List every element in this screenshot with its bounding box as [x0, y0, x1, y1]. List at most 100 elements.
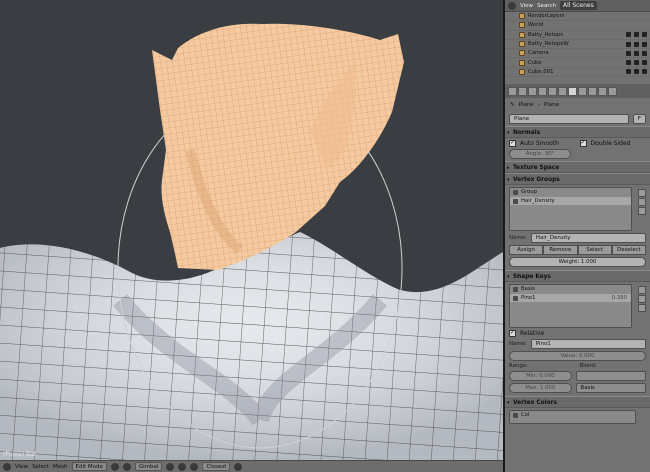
auto-smooth-checkbox[interactable]: [509, 139, 516, 147]
render-tab-icon[interactable]: [508, 86, 517, 96]
outliner-item[interactable]: Batty_Retops: [505, 31, 650, 40]
select-mode-icon[interactable]: [178, 462, 187, 471]
shape-name-field[interactable]: Pino1: [530, 339, 646, 349]
shape-key-side-buttons: [638, 286, 646, 313]
outliner-item[interactable]: RenderLayers: [505, 12, 650, 22]
breadcrumb-object: Plane: [518, 102, 534, 108]
menu-select[interactable]: Select: [32, 464, 49, 470]
panel-normals-header[interactable]: Normals: [505, 126, 650, 139]
outliner-item[interactable]: Cube.001: [505, 68, 650, 78]
outliner-item[interactable]: Camera: [505, 49, 650, 59]
layer-icon[interactable]: [166, 462, 175, 471]
mode-select[interactable]: Edit Mode: [71, 462, 107, 471]
weight-slider[interactable]: Weight: 1.000: [509, 257, 646, 267]
mesh-scene: [0, 23, 503, 460]
panel-vertex-colors-header[interactable]: Vertex Colors: [505, 396, 650, 409]
proportional-icon[interactable]: [190, 462, 199, 471]
auto-smooth-angle[interactable]: Angle: 30°: [509, 149, 571, 159]
relative-key-field[interactable]: Basis: [575, 383, 646, 393]
material-tab-icon[interactable]: [578, 86, 587, 96]
assign-button[interactable]: Assign: [509, 245, 544, 255]
properties-editor: ✎ Plane › Plane Plane F Normals Auto Smo…: [503, 84, 650, 472]
datablock-name-field[interactable]: Plane: [509, 114, 629, 124]
shape-key-value[interactable]: 0.380: [612, 294, 627, 303]
breadcrumb-data: Plane: [543, 102, 559, 108]
outliner-item[interactable]: World: [505, 21, 650, 31]
visibility-icons[interactable]: [626, 50, 647, 56]
texture-tab-icon[interactable]: [588, 86, 597, 96]
viewport-header: View Select Mesh Edit Mode Gimbal Closes…: [0, 460, 503, 472]
vertex-group-item[interactable]: Group: [510, 188, 631, 197]
range-min-field[interactable]: Min: 0.000: [509, 371, 572, 381]
visibility-icons[interactable]: [626, 69, 647, 75]
add-icon[interactable]: [638, 189, 646, 197]
constraints-tab-icon[interactable]: [548, 86, 557, 96]
shape-value-slider[interactable]: Value: 0.000: [509, 351, 646, 361]
relative-checkbox[interactable]: [509, 329, 516, 337]
add-icon[interactable]: [638, 286, 646, 294]
vertex-group-side-buttons: [638, 189, 646, 216]
select-button[interactable]: Select: [577, 245, 612, 255]
specials-icon[interactable]: [638, 207, 646, 215]
vgroup-name-label: Name:: [509, 235, 527, 241]
breadcrumb: ✎ Plane › Plane: [510, 102, 559, 108]
mesh-icon: [519, 31, 525, 38]
orientation-select[interactable]: Gimbal: [134, 462, 163, 471]
pin-icon[interactable]: ✎: [510, 102, 515, 108]
mesh-icon: [519, 59, 525, 66]
snap-select[interactable]: Closest: [202, 462, 231, 471]
scene-tab-icon[interactable]: [518, 86, 527, 96]
object-tab-icon[interactable]: [538, 86, 547, 96]
panel-texture-space-header[interactable]: Texture Space: [505, 161, 650, 174]
panel-vertex-groups-header[interactable]: Vertex Groups: [505, 173, 650, 186]
shape-key-item[interactable]: Basis: [510, 285, 631, 294]
double-sided-label: Double Sided: [590, 140, 631, 147]
vgroup-name-field[interactable]: Hair_Density: [530, 233, 646, 243]
particles-tab-icon[interactable]: [598, 86, 607, 96]
mesh-icon: [519, 68, 525, 75]
outliner-menu-view[interactable]: View: [520, 3, 533, 9]
vertex-color-item[interactable]: Col: [510, 411, 635, 420]
panel-shape-keys-header[interactable]: Shape Keys: [505, 270, 650, 283]
render-icon[interactable]: [234, 462, 243, 471]
shape-key-item[interactable]: Pino1 0.380: [510, 293, 631, 303]
vertex-colors-list: Col: [509, 410, 636, 424]
camera-icon: [519, 50, 525, 57]
range-max-field[interactable]: Max: 1.000: [509, 383, 572, 393]
specials-icon[interactable]: [638, 304, 646, 312]
menu-view[interactable]: View: [15, 464, 28, 470]
shape-keys-list: Basis Pino1 0.380: [509, 284, 632, 328]
physics-tab-icon[interactable]: [608, 86, 617, 96]
shading-icon[interactable]: [110, 462, 119, 471]
outliner-header: View Search All Scenes: [505, 0, 650, 12]
viewport-object-label: (Pino1) Bat: [3, 451, 37, 458]
vertex-group-item[interactable]: Hair_Density: [510, 196, 631, 205]
vgroup-buttons: Assign Remove Select Deselect: [509, 245, 646, 255]
fake-user-button[interactable]: F: [632, 114, 646, 124]
shape-name-label: Name:: [509, 341, 527, 347]
world-tab-icon[interactable]: [528, 86, 537, 96]
visibility-icons[interactable]: [626, 60, 647, 66]
pivot-icon[interactable]: [122, 462, 131, 471]
renderlayers-icon: [519, 13, 525, 20]
deselect-button[interactable]: Deselect: [611, 245, 646, 255]
menu-mesh[interactable]: Mesh: [53, 464, 67, 470]
modifiers-tab-icon[interactable]: [558, 86, 567, 96]
scene-filter-select[interactable]: All Scenes: [559, 1, 597, 10]
remove-icon[interactable]: [638, 295, 646, 303]
vgroup-blend-field[interactable]: [575, 371, 646, 381]
remove-button[interactable]: Remove: [543, 245, 578, 255]
editor-type-icon[interactable]: [3, 462, 11, 471]
outliner-item[interactable]: Cube: [505, 58, 650, 68]
outliner-menu-search[interactable]: Search: [537, 3, 556, 9]
data-tab-icon[interactable]: [568, 86, 577, 96]
visibility-icons[interactable]: [626, 32, 647, 38]
outliner-editor-icon[interactable]: [508, 1, 516, 10]
remove-icon[interactable]: [638, 198, 646, 206]
visibility-icons[interactable]: [626, 41, 647, 47]
mesh-icon: [519, 41, 525, 48]
3d-viewport[interactable]: (Pino1) Bat View Select Mesh Edit Mode G…: [0, 0, 503, 472]
world-icon: [519, 22, 525, 29]
outliner-item[interactable]: Batty_RetopeW: [505, 40, 650, 50]
double-sided-checkbox[interactable]: [579, 139, 587, 147]
